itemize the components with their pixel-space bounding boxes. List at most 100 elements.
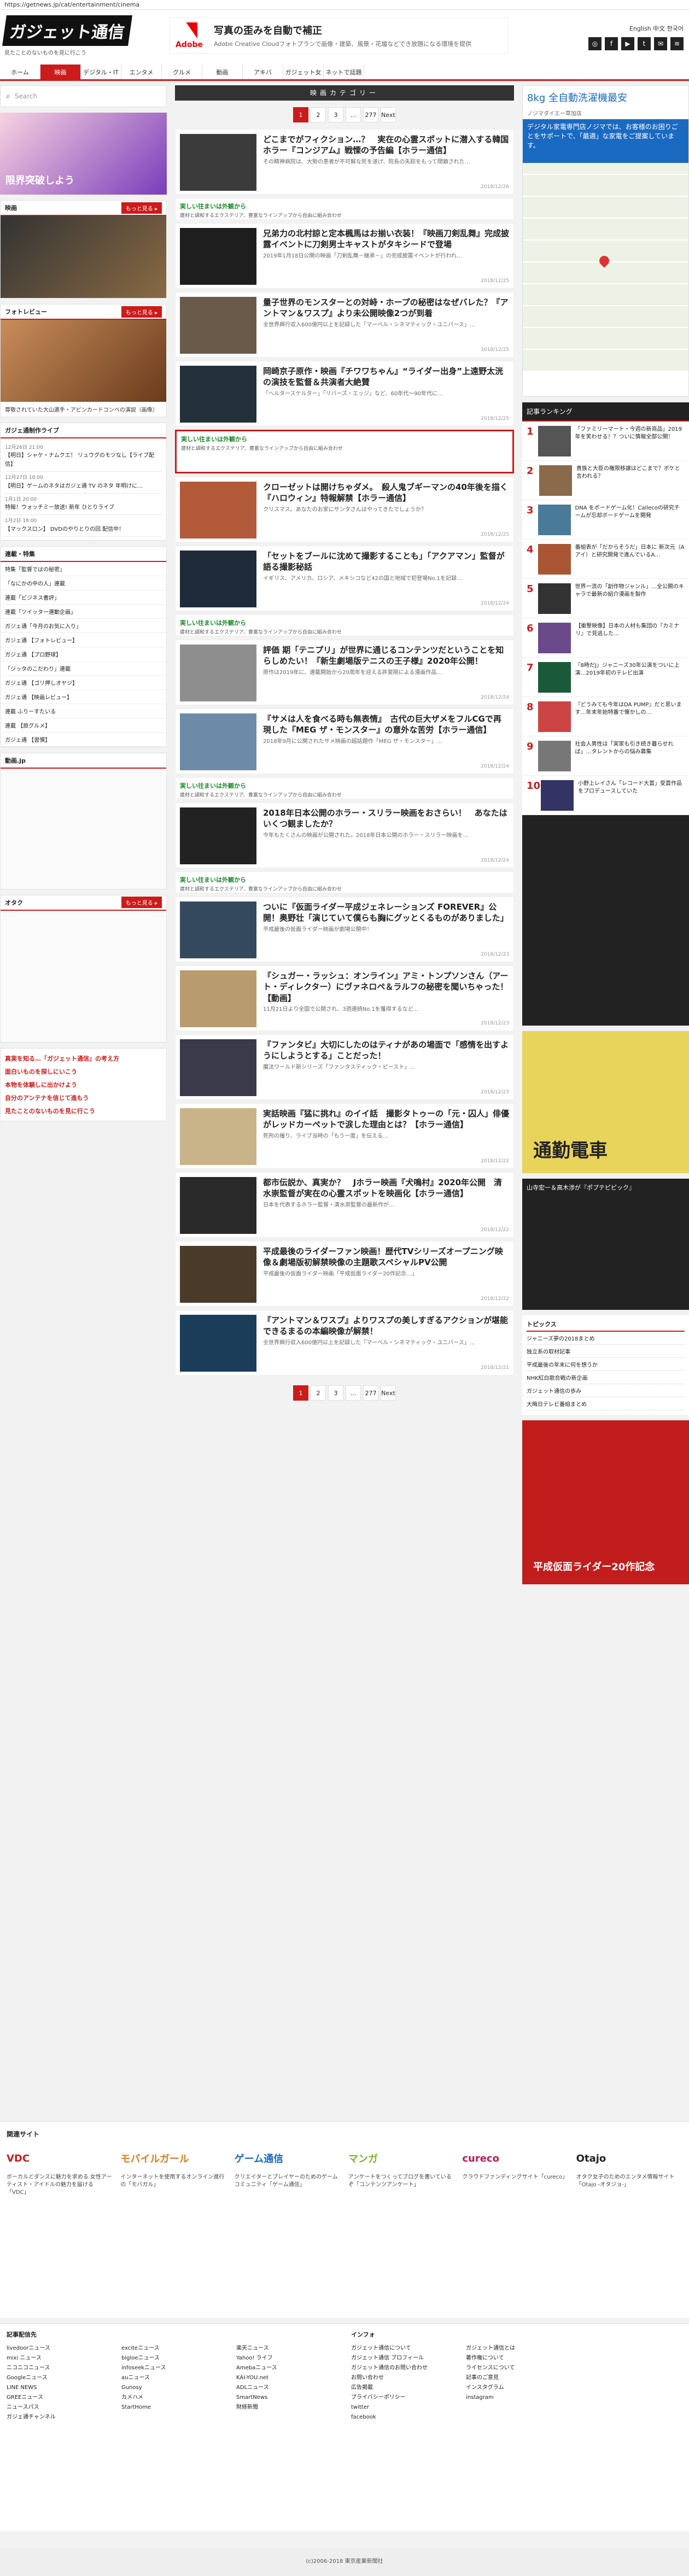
footer-link[interactable]: プライバシーポリシー [351, 2393, 466, 2403]
rank-thumbnail[interactable] [538, 583, 571, 614]
article-title[interactable]: ついに『仮面ライダー平成ジェネレーションズ FOREVER』公開！奥野壮「演じて… [263, 901, 509, 924]
tag-link[interactable]: 連載 ふりーすたいる [1, 704, 166, 718]
rank-title[interactable]: DNA をボードゲーム化！Callecoの研究チームが忘却ボードゲームを開発 [575, 505, 685, 535]
nav-item[interactable]: グルメ [162, 65, 202, 79]
footer-link[interactable]: twitter [351, 2403, 466, 2413]
article-card[interactable]: 『シュガー・ラッシュ：オンライン』アミ・トンプソンさん（アート・ディレクター）に… [175, 965, 514, 1031]
article-title[interactable]: クローゼットは開けちゃダメ。 殺人鬼ブギーマンの40年後を描く『ハロウィン』特報… [263, 482, 509, 504]
page-link[interactable]: 277 [363, 107, 378, 122]
page-link[interactable]: Next [381, 107, 396, 122]
footer-link[interactable]: ニコニコニュース [7, 2363, 121, 2373]
nav-item[interactable]: 動画 [202, 65, 243, 79]
article-card[interactable]: 兄弟力の北村諒と定本楓馬はお揃い衣装！『映画刀剣乱舞』完成披露イベントに刀剣男士… [175, 223, 514, 289]
article-title[interactable]: 『ファンタビ』大切にしたのはティナがあの場面で「感情を出すようにしようとする」こ… [263, 1039, 509, 1062]
tag-link[interactable]: 連載「ツイッター連動企画」 [1, 605, 166, 619]
article-thumbnail[interactable] [180, 970, 256, 1027]
article-title[interactable]: 都市伝説か、真実か？ Jホラー映画『犬鳴村』2020年公開 清水崇監督が実在の心… [263, 1177, 509, 1199]
footer-link[interactable]: ADLニュース [236, 2383, 351, 2393]
footer-link[interactable]: instagram [466, 2393, 581, 2403]
footer-link[interactable]: KAI-YOU.net [236, 2373, 351, 2383]
tag-link[interactable]: ガジェ通 【ゴリ押しオヤジ】 [1, 676, 166, 690]
ranking-item[interactable]: 6 【衝撃映像】日本の人材も集団の『カミナリ』で見逃した… [522, 618, 689, 658]
page-link[interactable]: 3 [328, 107, 343, 122]
topic-item[interactable]: NHK紅白歌合戦の新企画 [527, 1371, 685, 1384]
tag-link[interactable]: 「なにかの中の人」連載 [1, 576, 166, 590]
page-link[interactable]: ... [346, 107, 361, 122]
footer-link[interactable]: livedoorニュース [7, 2344, 121, 2353]
article-card[interactable]: 『サメは人を食べる時も無表情』 古代の巨大ザメをフルCGで再現した『MEG ザ・… [175, 709, 514, 774]
article-title[interactable]: 2018年日本公開のホラー・スリラー映画をおさらい！ あなたはいくつ観ましたか？ [263, 807, 509, 830]
red-link[interactable]: 本物を体験しに出かけよう [5, 1078, 162, 1091]
related-site[interactable]: ゲーム通信 クリエイターとプレイヤーのためのゲームコミュニティ「ゲーム通信」 [235, 2146, 341, 2197]
tag-link[interactable]: 連載「ビジネス書評」 [1, 590, 166, 605]
nav-item[interactable]: デジタル・IT [81, 65, 121, 79]
article-thumbnail[interactable] [180, 1039, 256, 1096]
article-thumbnail[interactable] [180, 366, 256, 423]
rank-thumbnail[interactable] [538, 505, 571, 535]
footer-link[interactable]: ガジェット通信について [351, 2344, 466, 2353]
map-ad[interactable]: 8kg 全自動洗濯機最安 ノジマダイエー草加店 デジタル家電専門店ノジマでは、お… [522, 85, 689, 397]
footer-link[interactable]: facebook [351, 2413, 466, 2422]
commute-ad[interactable]: 通勤電車 [522, 1031, 689, 1173]
article-card[interactable]: どこまでがフィクション…？ 実在の心霊スポットに潜入する韓国ホラー『コンジアム』… [175, 129, 514, 195]
topic-item[interactable]: 平成最後の年末に何を想うか [527, 1358, 685, 1371]
update-item[interactable]: 1月1日 20:00 特報！ウォッチミー放送! 新年 ひとりライブ [5, 494, 162, 516]
footer-link[interactable]: GREEニュース [7, 2393, 121, 2403]
page-link[interactable]: ... [346, 1385, 361, 1401]
rank-title[interactable]: 『8時だJ』ジャニーズ30年公演をついに上演…2019年初のテレビ出演 [575, 662, 685, 692]
article-title[interactable]: 「セットをブールに沈めて撮影することも」「アクアマン」監督が語る撮影秘話 [263, 551, 509, 573]
article-title[interactable]: 評価 期「テニプリ」が世界に通じるコンテンツだということを知らしめたい！『新生劇… [263, 645, 509, 667]
rank-thumbnail[interactable] [541, 780, 574, 811]
article-thumbnail[interactable] [180, 1246, 256, 1303]
related-site[interactable]: cureco クラウドファンディングサイト「cureco」 [462, 2146, 568, 2197]
footer-link[interactable]: SmartNews [236, 2393, 351, 2403]
footer-link[interactable]: 財経新聞 [236, 2403, 351, 2413]
article-card[interactable]: 実話映画『猛に挑れ』のイイ話 撮影タトゥーの「元・囚人」俳優がレッドカーペットで… [175, 1103, 514, 1169]
related-site[interactable]: マンガ アンケートをつくってブログを書いているぞ「コンテンツアンケート」 [348, 2146, 454, 2197]
article-title[interactable]: どこまでがフィクション…？ 実在の心霊スポットに潜入する韓国ホラー『コンジアム』… [263, 134, 509, 156]
footer-link[interactable]: 記事のご意見 [466, 2373, 581, 2383]
article-card[interactable]: クローゼットは開けちゃダメ。 殺人鬼ブギーマンの40年後を描く『ハロウィン』特報… [175, 477, 514, 542]
tag-link[interactable]: ガジェ通「今月のお気に入り」 [1, 619, 166, 633]
photo-review-image[interactable] [1, 320, 166, 402]
ranking-item[interactable]: 4 番組表が「だからそうだ」日本に 新次元（Aアイ）と研究開発で進んでいるA… [522, 540, 689, 579]
footer-link[interactable]: カメハメ [121, 2393, 236, 2403]
movie-box-image[interactable] [1, 216, 166, 298]
facebook-icon[interactable]: f [605, 37, 618, 50]
article-thumbnail[interactable] [180, 1108, 256, 1165]
footer-link[interactable]: auニュース [121, 2373, 236, 2383]
article-card[interactable]: 2018年日本公開のホラー・スリラー映画をおさらい！ あなたはいくつ観ましたか？… [175, 803, 514, 868]
nav-item[interactable]: 映画 [40, 65, 81, 79]
header-ad[interactable]: Adobe 写真の歪みを自動で補正 Adobe Creative Cloudフォ… [170, 17, 509, 54]
tag-link[interactable]: ガジェ通 【映画レビュー】 [1, 690, 166, 704]
ranking-item[interactable]: 10 小野上レイさん「レコード大賞」受賞作品をプロデュースしていた [522, 776, 689, 815]
tag-link[interactable]: ガジェ通 【プロ野球】 [1, 647, 166, 661]
related-site[interactable]: モバイルガール インターネットを使用するオンライン進行の「モバガル」 [120, 2146, 226, 2197]
article-title[interactable]: 『シュガー・ラッシュ：オンライン』アミ・トンプソンさん（アート・ディレクター）に… [263, 970, 509, 1004]
article-thumbnail[interactable] [180, 1315, 256, 1372]
footer-link[interactable]: Googleニュース [7, 2373, 121, 2383]
page-link[interactable]: 277 [363, 1385, 378, 1401]
rank-title[interactable]: 世界一流の「創作物ジャンル」…全公開のキャラで最新の紹介漫画を製作 [575, 583, 685, 613]
topic-item[interactable]: 独立系の取材記事 [527, 1345, 685, 1358]
ranking-item[interactable]: 7 『8時だJ』ジャニーズ30年公演をついに上演…2019年初のテレビ出演 [522, 658, 689, 697]
page-link[interactable]: Next [381, 1385, 396, 1401]
youtube-icon[interactable]: ▶ [621, 37, 634, 50]
article-thumbnail[interactable] [180, 228, 256, 285]
ranking-item[interactable]: 9 社会人男性は「実家も引き続き暮らせれば」…タレントからの悩み募集 [522, 736, 689, 776]
footer-link[interactable]: infoseekニュース [121, 2363, 236, 2373]
page-link[interactable]: 3 [328, 1385, 343, 1401]
sponsored-link[interactable]: 実しい往まいは外観から 建材と調和するエクステリア、豊富なラインアップから自由に組… [175, 777, 514, 799]
footer-link[interactable]: Yahoo! ライフ [236, 2353, 351, 2363]
article-title[interactable]: 岡崎京子原作・映画『チワワちゃん』“ライダー出身”上遠野太洸の演技を監督＆共演者… [263, 366, 509, 388]
footer-link[interactable]: bigloeニュース [121, 2353, 236, 2363]
footer-link[interactable]: ニュースパス [7, 2403, 121, 2413]
rank-thumbnail[interactable] [538, 623, 571, 653]
more-button[interactable]: もっと見る ▸ [121, 897, 162, 909]
rank-title[interactable]: 貴族と大臣の権限移譲はどこまで？ボケと言われる？ [576, 465, 685, 495]
footer-link[interactable]: インスタグラム [466, 2383, 581, 2393]
rank-title[interactable]: 【衝撃映像】日本の人材も集団の『カミナリ』で見逃した… [575, 623, 685, 653]
twitter-icon[interactable]: t [638, 37, 651, 50]
footer-link[interactable]: LINE NEWS [7, 2383, 121, 2393]
page-link[interactable]: 2 [311, 1385, 326, 1401]
